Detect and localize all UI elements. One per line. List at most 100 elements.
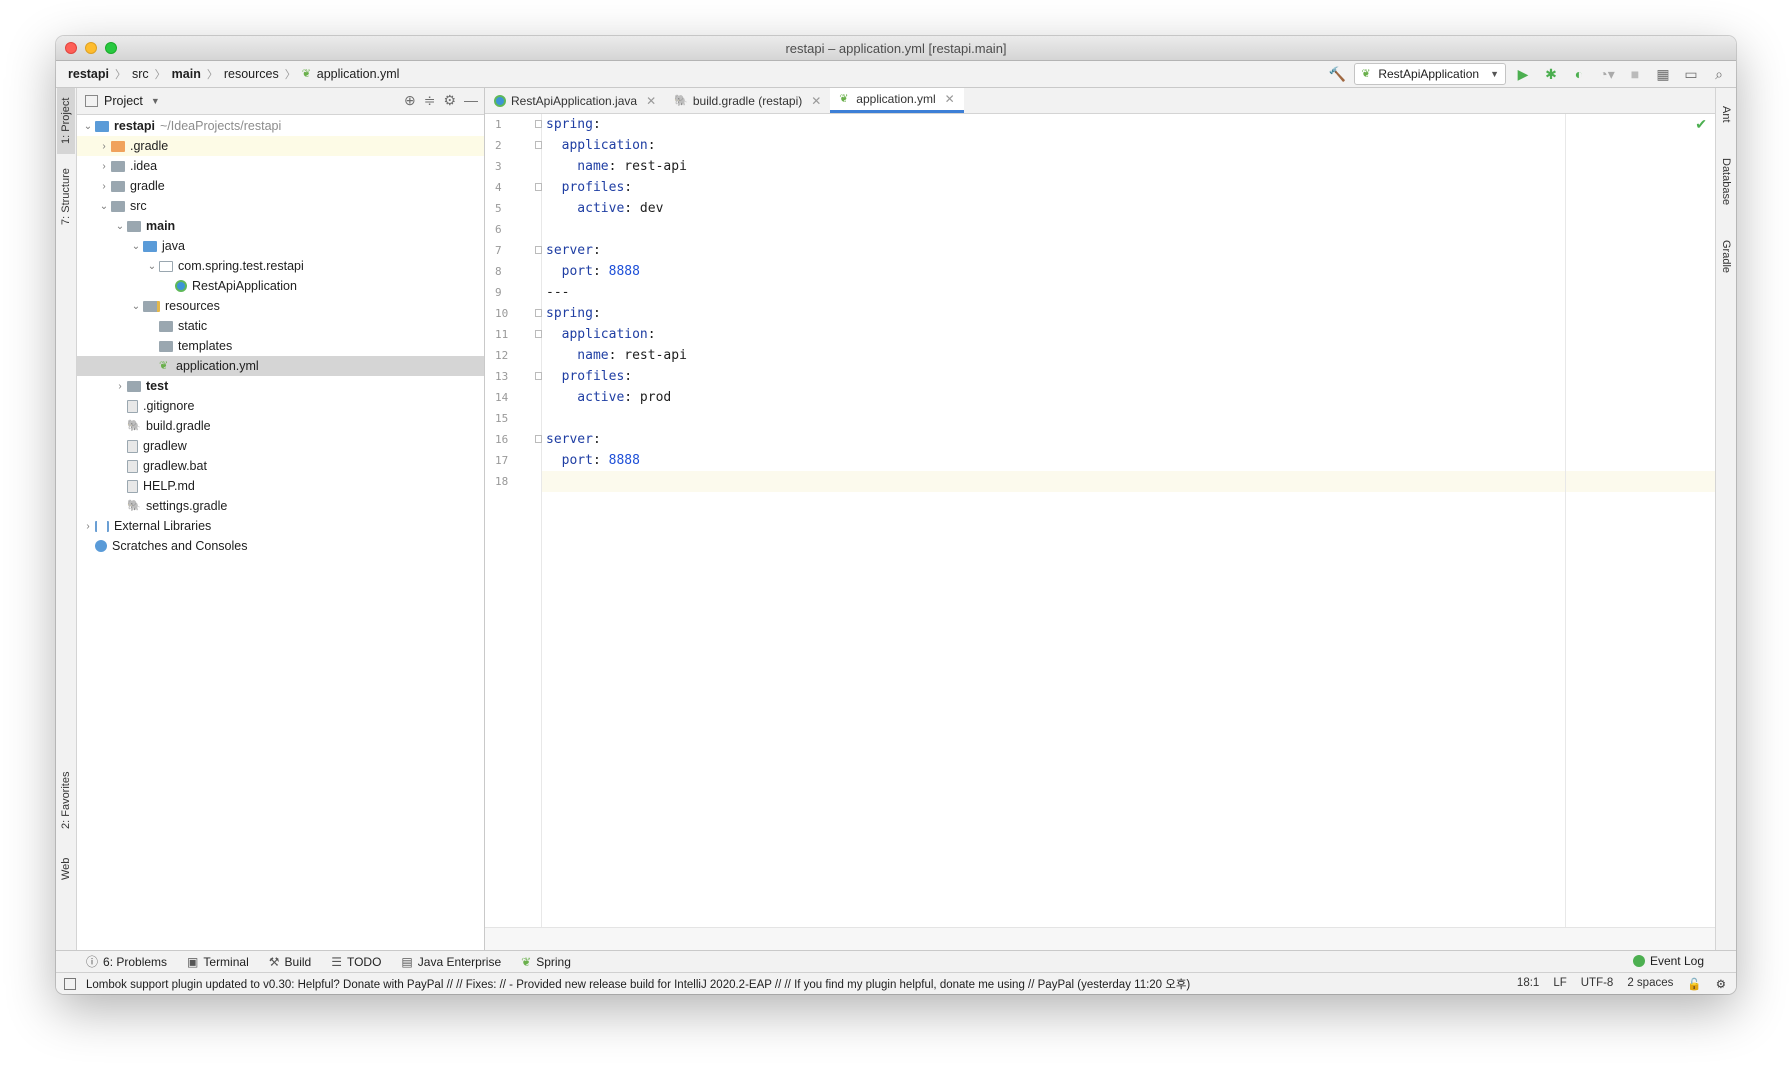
chevron-down-icon[interactable]: ⌄ <box>129 301 143 312</box>
chevron-right-icon[interactable]: › <box>81 521 95 532</box>
caret-position[interactable]: 18:1 <box>1517 977 1539 991</box>
code-line[interactable]: name: rest-api <box>542 156 1715 177</box>
code-line[interactable]: active: dev <box>542 198 1715 219</box>
tree-row[interactable]: › test <box>77 376 484 396</box>
horizontal-scrollbar[interactable] <box>485 927 1715 950</box>
chevron-right-icon[interactable]: › <box>97 161 111 172</box>
tree-row[interactable]: › gradle <box>77 176 484 196</box>
lock-icon[interactable]: 🔓 <box>1687 977 1701 991</box>
tab-structure[interactable]: 7: Structure <box>57 158 75 236</box>
tab-project[interactable]: 1: Project <box>57 88 75 154</box>
code-line[interactable]: port: 8888 <box>542 450 1715 471</box>
code-lines[interactable]: spring: application: name: rest-api prof… <box>542 114 1715 492</box>
breadcrumb-item[interactable]: resources <box>224 67 279 81</box>
gear-icon[interactable]: ⚙ <box>443 92 456 109</box>
coverage-icon[interactable]: ◐ <box>1568 64 1590 84</box>
fold-marker-icon[interactable] <box>535 372 542 380</box>
tool-problems[interactable]: ⓘ 6: Problems <box>86 953 167 970</box>
close-icon[interactable]: ✕ <box>646 94 656 108</box>
tool-todo[interactable]: ☰ TODO <box>331 955 381 969</box>
code-line[interactable]: server: <box>542 240 1715 261</box>
close-icon[interactable]: ✕ <box>945 92 955 106</box>
build-hammer-icon[interactable]: 🔨 <box>1326 64 1348 84</box>
tab-database[interactable]: Database <box>1717 144 1735 220</box>
chevron-right-icon[interactable]: › <box>113 381 127 392</box>
stop-icon[interactable]: ■ <box>1624 64 1646 84</box>
fold-marker-icon[interactable] <box>535 309 542 317</box>
code-line[interactable]: spring: <box>542 114 1715 135</box>
status-message[interactable]: Lombok support plugin updated to v0.30: … <box>86 976 1190 992</box>
chevron-down-icon[interactable]: ⌄ <box>145 261 159 272</box>
indent-setting[interactable]: 2 spaces <box>1627 977 1673 991</box>
minimize-window-button[interactable] <box>85 42 97 54</box>
breadcrumb-item[interactable]: main <box>172 67 201 81</box>
tree-row[interactable]: ⌄ java <box>77 236 484 256</box>
status-toggle-icon[interactable] <box>64 977 76 990</box>
code-area[interactable]: 1 2 3 4 5 6 7 8 9 10 11 12 13 14 15 16 17 18 spring: appl… <box>485 114 1715 928</box>
tab-favorites[interactable]: 2: Favorites <box>57 760 75 840</box>
tree-row[interactable]: › .idea <box>77 156 484 176</box>
presentation-icon[interactable]: ▭ <box>1680 64 1702 84</box>
tab-ant[interactable]: Ant <box>1717 94 1735 134</box>
tree-row[interactable]: .gitignore <box>77 396 484 416</box>
code-line[interactable] <box>542 471 1715 492</box>
tree-row[interactable]: RestApiApplication <box>77 276 484 296</box>
code-line[interactable]: application: <box>542 135 1715 156</box>
tree-row[interactable]: ⌄ resources <box>77 296 484 316</box>
tool-java-enterprise[interactable]: ▤ Java Enterprise <box>401 955 501 969</box>
chevron-right-icon[interactable]: › <box>97 181 111 192</box>
chevron-down-icon[interactable]: ⌄ <box>113 221 127 232</box>
search-icon[interactable]: ⌕ <box>1708 64 1730 84</box>
code-line[interactable]: server: <box>542 429 1715 450</box>
code-line[interactable]: --- <box>542 282 1715 303</box>
tab-web[interactable]: Web <box>57 844 75 894</box>
collapse-all-icon[interactable]: ≑ <box>424 92 436 109</box>
fold-marker-icon[interactable] <box>535 330 542 338</box>
tree-row[interactable]: ⌄ src <box>77 196 484 216</box>
line-separator[interactable]: LF <box>1553 977 1566 991</box>
tree-row[interactable]: templates <box>77 336 484 356</box>
maximize-window-button[interactable] <box>105 42 117 54</box>
tool-event-log[interactable]: Event Log <box>1632 954 1704 968</box>
tree-row[interactable]: gradlew <box>77 436 484 456</box>
chevron-down-icon[interactable]: ▼ <box>151 96 160 106</box>
code-line[interactable]: name: rest-api <box>542 345 1715 366</box>
code-line[interactable]: spring: <box>542 303 1715 324</box>
chevron-down-icon[interactable]: ⌄ <box>97 201 111 212</box>
tool-spring[interactable]: ❦ Spring <box>521 955 571 969</box>
tree-row[interactable]: static <box>77 316 484 336</box>
tree-row[interactable]: Scratches and Consoles <box>77 536 484 556</box>
project-structure-icon[interactable]: ▦ <box>1652 64 1674 84</box>
code-line[interactable]: profiles: <box>542 366 1715 387</box>
tree-row[interactable]: gradlew.bat <box>77 456 484 476</box>
code-line[interactable] <box>542 219 1715 240</box>
fold-marker-icon[interactable] <box>535 120 542 128</box>
fold-marker-icon[interactable] <box>535 141 542 149</box>
tree-row[interactable]: › .gradle <box>77 136 484 156</box>
profiler-icon[interactable]: ◔▾ <box>1596 64 1618 84</box>
code-line[interactable]: port: 8888 <box>542 261 1715 282</box>
tree-row[interactable]: 🐘 build.gradle <box>77 416 484 436</box>
tab-gradle[interactable]: Gradle <box>1717 228 1735 286</box>
breadcrumb-item[interactable]: application.yml <box>317 67 400 81</box>
tool-build[interactable]: ⚒ Build <box>269 955 311 969</box>
fold-marker-icon[interactable] <box>535 435 542 443</box>
fold-marker-icon[interactable] <box>535 246 542 254</box>
fold-marker-icon[interactable] <box>535 183 542 191</box>
breadcrumb-item[interactable]: restapi <box>68 67 109 81</box>
file-encoding[interactable]: UTF-8 <box>1581 977 1614 991</box>
chevron-down-icon[interactable]: ⌄ <box>129 241 143 252</box>
chevron-right-icon[interactable]: › <box>97 141 111 152</box>
tab-restapiapplication-java[interactable]: RestApiApplication.java ✕ <box>485 88 665 113</box>
tree-row[interactable]: HELP.md <box>77 476 484 496</box>
code-line[interactable] <box>542 408 1715 429</box>
code-line[interactable]: active: prod <box>542 387 1715 408</box>
code-line[interactable]: application: <box>542 324 1715 345</box>
tree-row[interactable]: › External Libraries <box>77 516 484 536</box>
tab-build-gradle[interactable]: 🐘 build.gradle (restapi) ✕ <box>665 88 830 113</box>
run-configuration-select[interactable]: ❦ RestApiApplication ▼ <box>1354 63 1506 85</box>
run-icon[interactable]: ▶ <box>1512 64 1534 84</box>
close-window-button[interactable] <box>65 42 77 54</box>
tree-row[interactable]: ⌄ restapi ~/IdeaProjects/restapi <box>77 116 484 136</box>
tab-application-yml[interactable]: ❦ application.yml ✕ <box>830 88 964 113</box>
